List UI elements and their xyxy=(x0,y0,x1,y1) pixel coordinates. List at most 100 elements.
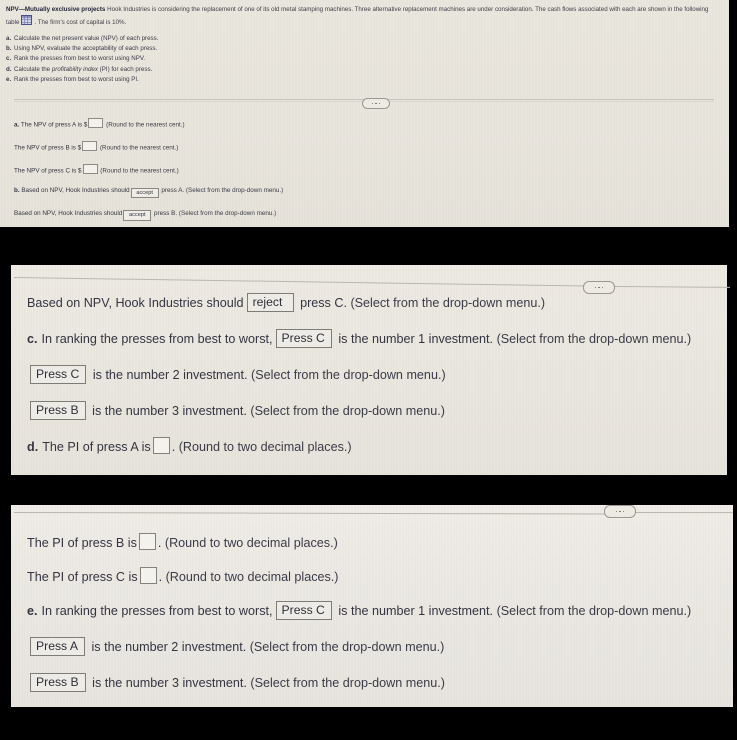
task-label-c: c. xyxy=(6,55,12,63)
answer-letter-e: e. xyxy=(27,604,38,618)
panel3-more-options-button[interactable] xyxy=(604,505,636,518)
answer-row-rank-npv-1: c. In ranking the presses from best to wo… xyxy=(27,329,727,349)
problem-statement: NPV—Mutually exclusive projects Hook Ind… xyxy=(6,5,723,27)
answer-row-pi-b: The PI of press B is. (Round to two deci… xyxy=(27,533,733,550)
npv-press-b-input[interactable] xyxy=(82,140,98,151)
problem-statement-text-2: . The firm's cost of capital is 10%. xyxy=(34,18,127,26)
screenshot-root: NPV—Mutually exclusive projects Hook Ind… xyxy=(0,0,737,740)
task-list: a. Calculate the net present value (NPV) … xyxy=(6,33,723,85)
task-label-a: a. xyxy=(6,34,12,42)
answer-hint-pi-b: (Round to two decimal places.) xyxy=(164,536,338,550)
answer-text-npv-a: The NPV of press A is $ xyxy=(20,121,88,129)
answer-text-rank-pi-1: In ranking the presses from best to wors… xyxy=(41,604,273,618)
task-text-e: Rank the presses from best to worst usin… xyxy=(14,76,139,84)
dot-icon xyxy=(619,510,621,513)
dot-icon xyxy=(598,286,600,289)
answer-hint-npv-b: (Round to the nearest cent.) xyxy=(99,144,179,152)
answer-hint-rank-npv-2: (Select from the drop-down menu.) xyxy=(251,368,446,383)
rank-pi-2-select[interactable]: Press A xyxy=(30,637,85,657)
answer-text-rank-npv-1: In ranking the presses from best to wors… xyxy=(41,332,273,347)
npv-press-a-input[interactable] xyxy=(88,118,104,128)
answer-row-rank-npv-3: Press B is the number 3 investment. (Sel… xyxy=(27,401,727,421)
answer-hint-pi-c: (Round to two decimal places.) xyxy=(165,570,339,584)
task-text-d-pre: Calculate the xyxy=(14,65,52,73)
answers-panel-2: Based on NPV, Hook Industries should reje… xyxy=(11,265,727,475)
answer-row-npv-b: The NPV of press B is $ (Round to the ne… xyxy=(14,140,723,153)
answer-letter-c: c. xyxy=(27,332,38,347)
accept-press-b-select[interactable]: accept xyxy=(123,210,152,221)
answer-mid-pi-c: . xyxy=(158,570,163,584)
rank-pi-3-select[interactable]: Press B xyxy=(30,673,86,693)
answer-row-accept-b: Based on NPV, Hook Industries should acce… xyxy=(14,209,723,221)
answer-letter-b: b. xyxy=(14,187,20,195)
answer-text-npv-c: The NPV of press C is $ xyxy=(14,167,82,174)
answer-hint-pi-a: (Round to two decimal places.) xyxy=(178,440,352,455)
answer-letter-d: d. xyxy=(27,440,39,455)
task-label-d: d. xyxy=(6,65,12,73)
answer-hint-rank-pi-2: (Select from the drop-down menu.) xyxy=(249,640,445,655)
dot-icon xyxy=(622,510,625,513)
panel3-answer-list: The PI of press B is. (Round to two deci… xyxy=(11,505,733,693)
task-text-d-post: (PI) for each press. xyxy=(97,65,153,73)
answer-row-accept-a: b. Based on NPV, Hook Industries should a… xyxy=(14,186,723,199)
rank-npv-2-select[interactable]: Press C xyxy=(30,365,87,385)
dot-icon xyxy=(371,102,374,105)
rank-npv-3-select[interactable]: Press B xyxy=(30,401,86,421)
accept-press-a-select[interactable]: accept xyxy=(130,187,159,199)
npv-press-c-input[interactable] xyxy=(82,163,98,174)
answers-panel-3: The PI of press B is. (Round to two deci… xyxy=(11,505,733,707)
task-text-d-italic: profitability index xyxy=(51,65,98,73)
answer-row-rank-npv-2: Press C is the number 2 investment. (Sel… xyxy=(27,365,727,385)
answer-row-reject-c: Based on NPV, Hook Industries should reje… xyxy=(27,293,727,313)
answer-mid-rank-npv-2: is the number 2 investment. xyxy=(92,368,248,383)
answer-row-npv-c: The NPV of press C is $ (Round to the ne… xyxy=(14,163,723,176)
task-text-c: Rank the presses from best to worst usin… xyxy=(14,55,146,63)
answer-row-rank-pi-2: Press A is the number 2 investment. (Sel… xyxy=(27,637,733,657)
panel1-answer-list: a. The NPV of press A is $ (Round to the… xyxy=(14,118,723,227)
task-item-d: d. Calculate the profitability index (PI)… xyxy=(6,64,723,74)
rank-npv-1-select[interactable]: Press C xyxy=(275,329,332,349)
answer-mid-rank-pi-2: is the number 2 investment. xyxy=(91,640,247,655)
answer-row-pi-a: d. The PI of press A is. (Round to two de… xyxy=(27,437,727,455)
answer-hint-npv-a: (Round to the nearest cent.) xyxy=(106,121,185,129)
answer-text-pi-a: The PI of press A is xyxy=(42,440,151,455)
answer-hint-accept-a: (Select from the drop-down menu.) xyxy=(185,187,284,195)
table-grid-icon[interactable] xyxy=(21,14,33,25)
answer-hint-rank-npv-1: (Select from the drop-down menu.) xyxy=(496,332,692,347)
answer-mid-pi-a: . xyxy=(171,440,176,455)
task-text-b: Using NPV, evaluate the acceptability of… xyxy=(14,45,158,52)
answer-text-pi-b: The PI of press B is xyxy=(27,536,137,550)
answer-row-pi-c: The PI of press C is. (Round to two deci… xyxy=(27,567,733,584)
task-label-e: e. xyxy=(6,76,12,84)
dot-icon xyxy=(615,510,618,513)
problem-title: NPV—Mutually exclusive projects xyxy=(6,6,106,13)
answer-text-npv-b: The NPV of press B is $ xyxy=(14,144,82,152)
task-text-a: Calculate the net present value (NPV) of… xyxy=(14,34,159,42)
answer-mid-rank-pi-1: is the number 1 investment. xyxy=(338,604,494,618)
answer-mid-accept-a: press A. xyxy=(161,187,185,195)
answer-row-rank-pi-3: Press B is the number 3 investment. (Sel… xyxy=(27,673,733,693)
pi-press-b-input[interactable] xyxy=(138,533,156,550)
answer-mid-pi-b: . xyxy=(157,536,162,550)
pi-press-c-input[interactable] xyxy=(139,567,157,584)
task-item-a: a. Calculate the net present value (NPV) … xyxy=(6,33,723,43)
answer-mid-rank-npv-3: is the number 3 investment. xyxy=(92,404,247,419)
answer-row-npv-a: a. The NPV of press A is $ (Round to the… xyxy=(14,118,723,130)
problem-panel: NPV—Mutually exclusive projects Hook Ind… xyxy=(0,0,729,227)
panel2-more-options-button[interactable] xyxy=(583,281,615,294)
pi-press-a-input[interactable] xyxy=(152,437,170,455)
panel2-answer-list: Based on NPV, Hook Industries should reje… xyxy=(11,265,727,455)
accept-press-c-select[interactable]: reject xyxy=(246,293,294,313)
answer-hint-rank-pi-1: (Select from the drop-down menu.) xyxy=(496,604,692,618)
panel1-more-options-button[interactable] xyxy=(362,98,390,109)
answer-hint-rank-pi-3: (Select from the drop-down menu.) xyxy=(250,676,445,691)
answer-hint-rank-npv-3: (Select from the drop-down menu.) xyxy=(250,404,445,419)
answer-row-rank-pi-1: e. In ranking the presses from best to wo… xyxy=(27,601,733,621)
task-item-b: b. Using NPV, evaluate the acceptability … xyxy=(6,44,723,54)
dot-icon xyxy=(378,102,381,105)
rank-pi-1-select[interactable]: Press C xyxy=(275,601,332,621)
answer-text-accept-a: Based on NPV, Hook Industries should xyxy=(21,187,130,195)
answer-mid-reject-c: press C. xyxy=(300,296,347,310)
answer-hint-reject-c: (Select from the drop-down menu.) xyxy=(350,296,546,310)
answer-hint-accept-b: (Select from the drop-down menu.) xyxy=(178,209,277,217)
